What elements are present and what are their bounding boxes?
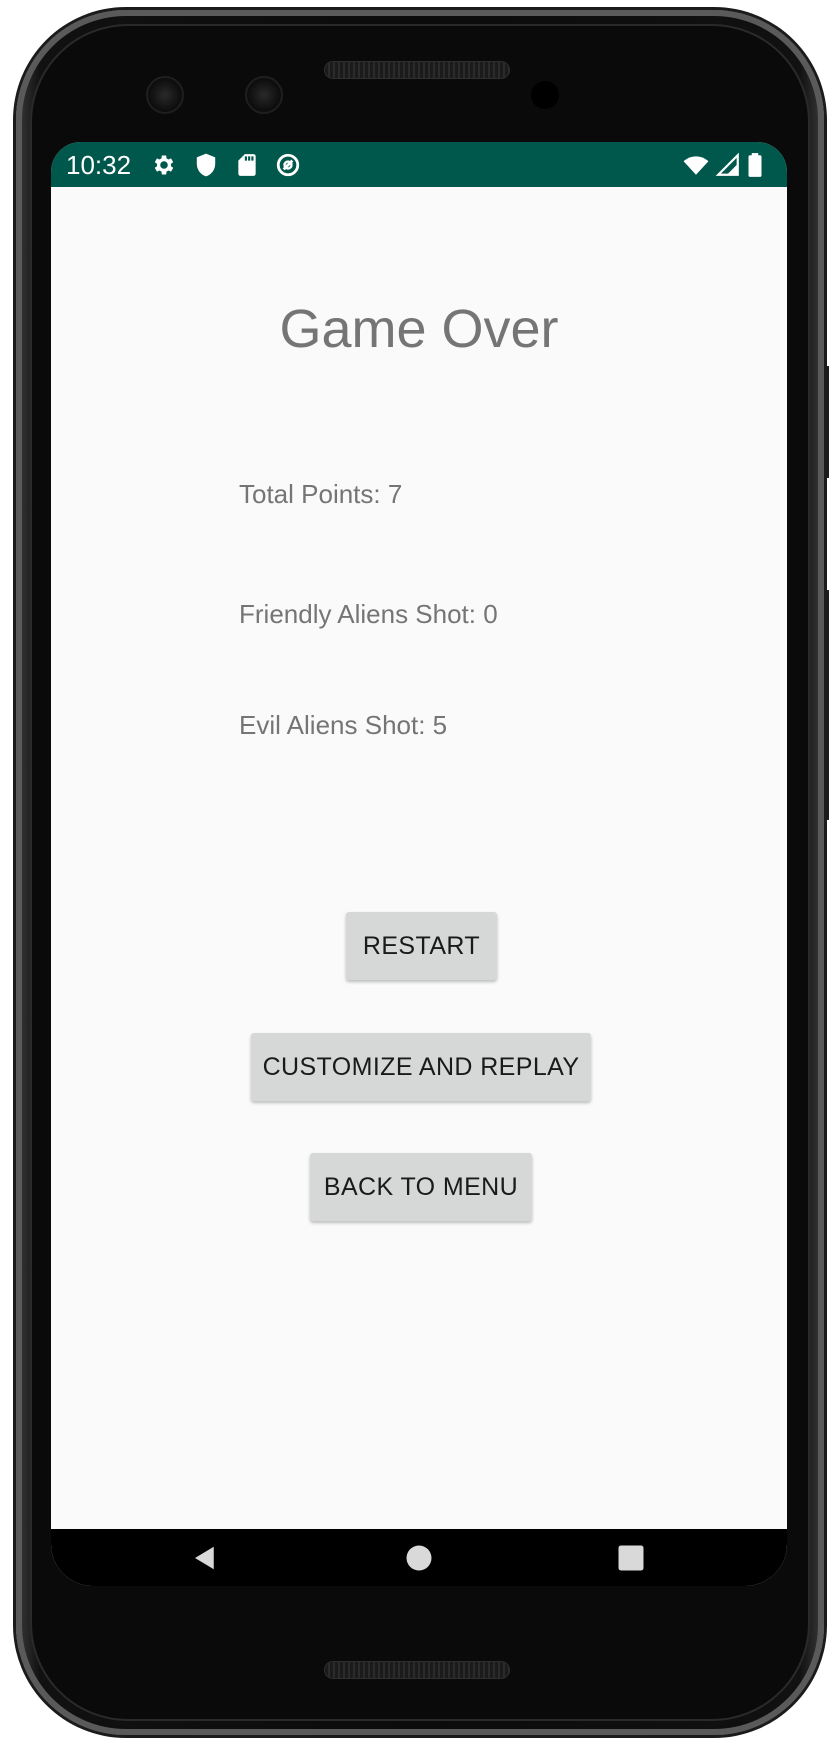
bottom-speaker	[324, 1661, 510, 1679]
proximity-sensor	[531, 81, 559, 109]
battery-icon	[745, 152, 765, 178]
sd-card-icon	[234, 152, 260, 178]
restart-button[interactable]: RESTART	[346, 912, 497, 980]
top-speaker	[324, 61, 510, 79]
back-icon[interactable]	[190, 1543, 220, 1573]
page-title: Game Over	[279, 299, 559, 359]
front-camera-left	[146, 76, 184, 114]
wifi-icon	[683, 152, 709, 178]
customize-and-replay-button[interactable]: CUSTOMIZE AND REPLAY	[251, 1033, 591, 1101]
recents-icon[interactable]	[616, 1543, 646, 1573]
back-to-menu-button[interactable]: BACK TO MENU	[310, 1153, 532, 1221]
total-points-label: Total Points: 7	[239, 479, 403, 509]
evil-aliens-shot-label: Evil Aliens Shot: 5	[239, 710, 448, 740]
friendly-aliens-shot-label: Friendly Aliens Shot: 0	[239, 599, 498, 629]
front-camera-right	[245, 76, 283, 114]
navigation-bar	[51, 1529, 787, 1586]
shield-icon	[193, 152, 219, 178]
status-time: 10:32	[66, 150, 132, 180]
power-button	[824, 366, 829, 478]
signal-icon	[715, 152, 741, 178]
volume-button	[824, 590, 829, 820]
game-over-screen: Game Over Total Points: 7 Friendly Alien…	[51, 187, 787, 1529]
device-screen: 10:32 Game Over Total Points: 7 Friendly…	[51, 142, 787, 1586]
data-saver-icon	[275, 152, 301, 178]
settings-icon	[151, 152, 177, 178]
status-bar: 10:32	[51, 142, 787, 187]
home-icon[interactable]	[404, 1543, 434, 1573]
